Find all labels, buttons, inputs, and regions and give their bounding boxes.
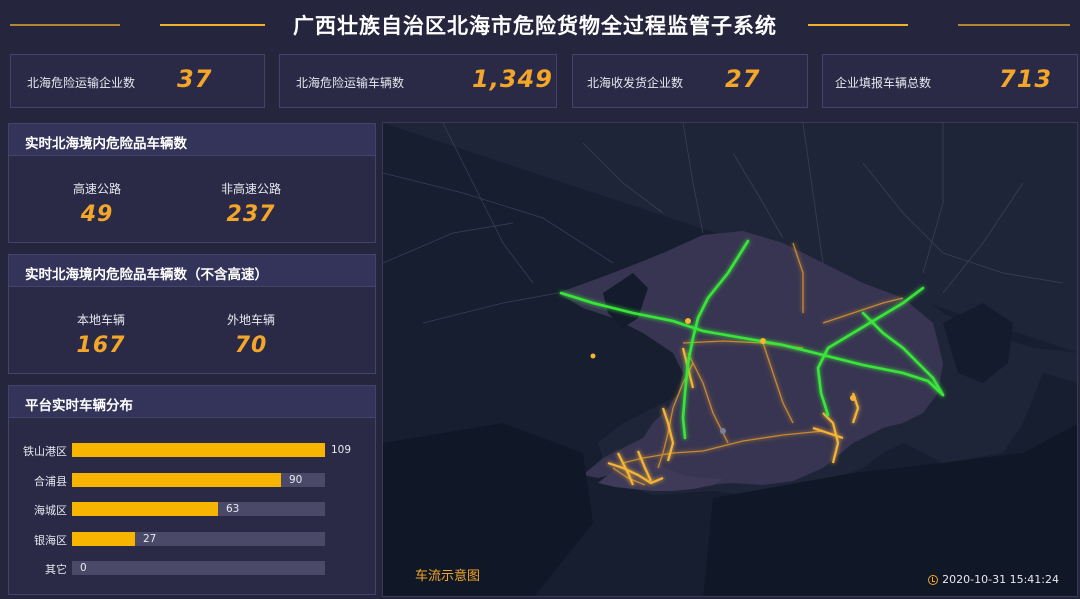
bar-fill bbox=[72, 531, 135, 546]
stat-card-vehicles: 北海危险运输车辆数 1,349 bbox=[279, 54, 557, 108]
stat-card-reported-vehicles: 企业填报车辆总数 713 bbox=[822, 54, 1078, 108]
panel-title: 平台实时车辆分布 bbox=[9, 386, 375, 418]
outside-value: 70 bbox=[234, 333, 268, 358]
stat-value: 37 bbox=[177, 65, 213, 93]
node-marker bbox=[685, 318, 691, 324]
bar-value-label: 109 bbox=[331, 444, 352, 456]
bar-value-label: 90 bbox=[289, 473, 303, 486]
bar-value-label: 0 bbox=[80, 562, 87, 574]
stat-value: 27 bbox=[725, 65, 761, 93]
title-decor-line bbox=[808, 24, 908, 26]
bar-category-label: 海城区 bbox=[34, 504, 67, 517]
local-label: 本地车辆 bbox=[76, 313, 125, 327]
stat-label: 北海危险运输车辆数 bbox=[296, 76, 405, 90]
stat-value: 713 bbox=[999, 65, 1053, 93]
bar-row: 合浦县 90 bbox=[9, 472, 377, 488]
panel-highway-vehicles: 实时北海境内危险品车辆数 高速公路 49 非高速公路 237 bbox=[8, 123, 376, 243]
stat-label: 北海收发货企业数 bbox=[587, 76, 684, 90]
page-title: 广西壮族自治区北海市危险货物全过程监管子系统 bbox=[293, 14, 777, 38]
bar-row: 铁山港区 109 bbox=[9, 442, 377, 458]
bar-category-label: 铁山港区 bbox=[23, 445, 67, 458]
highway-value: 49 bbox=[80, 202, 114, 227]
node-marker bbox=[590, 353, 596, 359]
title-decor-line bbox=[160, 24, 265, 26]
title-bar: 广西壮族自治区北海市危险货物全过程监管子系统 bbox=[0, 0, 1080, 50]
bar-category-label: 银海区 bbox=[34, 533, 67, 547]
bar-row: 其它 0 bbox=[9, 560, 377, 576]
bar-track bbox=[72, 472, 325, 487]
bar-row: 海城区 63 bbox=[9, 501, 377, 517]
timestamp-text: 2020-10-31 15:41:24 bbox=[942, 573, 1059, 586]
bar-row: 银海区 27 bbox=[9, 531, 377, 547]
bar-track bbox=[72, 502, 325, 516]
stat-label: 北海危险运输企业数 bbox=[27, 76, 136, 90]
panel-distribution: 平台实时车辆分布 铁山港区 109 合浦县 90 海城区 63 银海区 27 其它 0 bbox=[8, 385, 376, 595]
bar-track bbox=[72, 531, 325, 546]
non-highway-label: 非高速公路 bbox=[220, 182, 281, 196]
map-canvas bbox=[383, 123, 1077, 596]
node-marker bbox=[760, 338, 766, 344]
bar-fill bbox=[72, 443, 325, 457]
map-timestamp: 2020-10-31 15:41:24 bbox=[928, 573, 1059, 586]
bar-fill bbox=[72, 472, 281, 487]
clock-icon bbox=[928, 574, 939, 585]
title-decor-line bbox=[958, 24, 1070, 26]
panel-local-vehicles: 实时北海境内危险品车辆数（不含高速） 本地车辆 167 外地车辆 70 bbox=[8, 254, 376, 374]
local-value: 167 bbox=[76, 333, 126, 358]
panel-title: 实时北海境内危险品车辆数（不含高速） bbox=[9, 255, 375, 287]
bar-category-label: 其它 bbox=[45, 563, 67, 576]
bar-track bbox=[72, 443, 325, 457]
city-marker bbox=[720, 428, 726, 434]
node-marker bbox=[850, 395, 856, 401]
map-caption: 车流示意图 bbox=[415, 569, 481, 584]
stat-card-shippers: 北海收发货企业数 27 bbox=[572, 54, 808, 108]
stat-card-enterprises: 北海危险运输企业数 37 bbox=[10, 54, 265, 108]
traffic-map[interactable]: 车流示意图 2020-10-31 15:41:24 bbox=[382, 122, 1078, 597]
non-highway-value: 237 bbox=[226, 202, 276, 227]
bar-value-label: 63 bbox=[226, 503, 240, 515]
outside-label: 外地车辆 bbox=[226, 313, 275, 327]
bar-track bbox=[72, 561, 325, 575]
stat-value: 1,349 bbox=[472, 65, 553, 93]
bar-fill bbox=[72, 502, 218, 516]
panel-title: 实时北海境内危险品车辆数 bbox=[9, 124, 375, 156]
bar-category-label: 合浦县 bbox=[34, 474, 67, 488]
stat-label: 企业填报车辆总数 bbox=[835, 76, 932, 90]
highway-label: 高速公路 bbox=[72, 182, 121, 196]
bar-value-label: 27 bbox=[143, 532, 157, 545]
title-decor-line bbox=[10, 24, 120, 26]
